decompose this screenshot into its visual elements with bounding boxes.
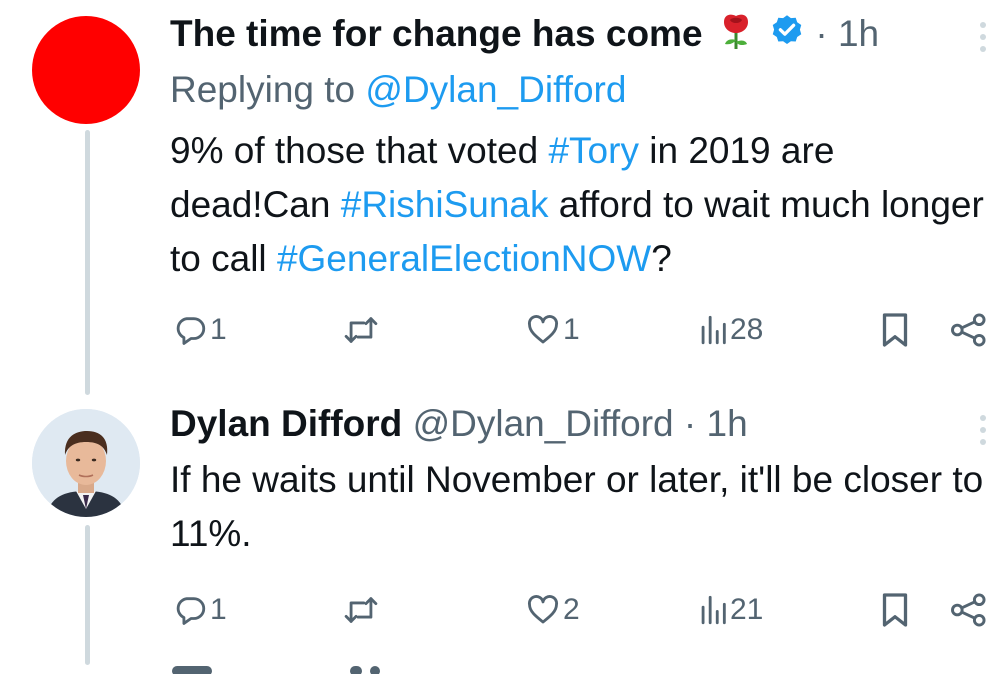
bookmark-button[interactable] bbox=[880, 588, 910, 632]
tweet-text: If he waits until November or later, it'… bbox=[170, 453, 990, 561]
reply-button[interactable]: 1 bbox=[174, 588, 227, 632]
reply-count: 1 bbox=[210, 593, 227, 626]
verified-badge-icon bbox=[769, 13, 805, 59]
like-button[interactable]: 1 bbox=[525, 308, 580, 352]
replying-to: Replying to @Dylan_Difford bbox=[170, 68, 626, 112]
retweet-icon bbox=[342, 593, 380, 627]
text-segment: ? bbox=[651, 238, 672, 279]
bookmark-icon bbox=[880, 312, 910, 348]
share-icon bbox=[950, 592, 988, 628]
thread-line bbox=[85, 130, 90, 395]
replying-to-handle[interactable]: @Dylan_Difford bbox=[365, 69, 626, 110]
reply-count: 1 bbox=[210, 313, 227, 346]
tweet-header: The time for change has come · 1h bbox=[170, 12, 879, 60]
reply-icon bbox=[174, 313, 208, 347]
tweet-header: Dylan Difford @Dylan_Difford · 1h bbox=[170, 402, 748, 446]
hashtag-link[interactable]: #GeneralElectionNOW bbox=[277, 238, 651, 279]
reply-button[interactable]: 1 bbox=[174, 308, 227, 352]
hashtag-link[interactable]: #RishiSunak bbox=[341, 184, 549, 225]
display-name[interactable]: Dylan Difford bbox=[170, 403, 402, 444]
like-count: 1 bbox=[563, 313, 580, 346]
tweet-1[interactable]: The time for change has come · 1h Replyi… bbox=[0, 0, 1000, 395]
action-bar: 1 2 21 bbox=[170, 588, 1000, 632]
tweet-2[interactable]: Dylan Difford @Dylan_Difford · 1h If he … bbox=[0, 395, 1000, 674]
views-button[interactable]: 21 bbox=[698, 588, 763, 632]
views-count: 28 bbox=[730, 313, 764, 346]
like-count: 2 bbox=[563, 593, 580, 626]
retweet-icon bbox=[342, 313, 380, 347]
like-icon bbox=[525, 593, 561, 627]
bookmark-icon bbox=[880, 592, 910, 628]
text-segment: If he waits until November or later, it'… bbox=[170, 459, 984, 554]
bookmark-button[interactable] bbox=[880, 308, 910, 352]
reply-icon bbox=[174, 593, 208, 627]
like-button[interactable]: 2 bbox=[525, 588, 580, 632]
timestamp[interactable]: · 1h bbox=[815, 13, 879, 54]
avatar-red[interactable] bbox=[32, 16, 140, 124]
retweet-button[interactable] bbox=[342, 588, 382, 632]
views-icon bbox=[698, 313, 728, 347]
action-bar: 1 1 28 bbox=[170, 308, 1000, 352]
share-button[interactable] bbox=[950, 308, 988, 352]
views-count: 21 bbox=[730, 593, 764, 626]
views-button[interactable]: 28 bbox=[698, 308, 763, 352]
cut-off-next-item bbox=[170, 662, 410, 674]
text-segment: 9% of those that voted bbox=[170, 130, 549, 171]
rose-icon bbox=[719, 12, 753, 60]
views-icon bbox=[698, 593, 728, 627]
more-icon[interactable] bbox=[980, 415, 988, 451]
more-icon[interactable] bbox=[980, 22, 988, 58]
display-name[interactable]: The time for change has come bbox=[170, 13, 703, 54]
like-icon bbox=[525, 313, 561, 347]
timestamp[interactable]: · 1h bbox=[684, 403, 748, 444]
handle[interactable]: @Dylan_Difford bbox=[413, 403, 674, 444]
thread-line bbox=[85, 525, 90, 665]
hashtag-link[interactable]: #Tory bbox=[548, 130, 638, 171]
avatar-dylan[interactable] bbox=[32, 409, 140, 517]
tweet-text: 9% of those that voted #Tory in 2019 are… bbox=[170, 124, 990, 286]
share-icon bbox=[950, 312, 988, 348]
retweet-button[interactable] bbox=[342, 308, 382, 352]
share-button[interactable] bbox=[950, 588, 988, 632]
replying-to-label: Replying to bbox=[170, 69, 356, 110]
